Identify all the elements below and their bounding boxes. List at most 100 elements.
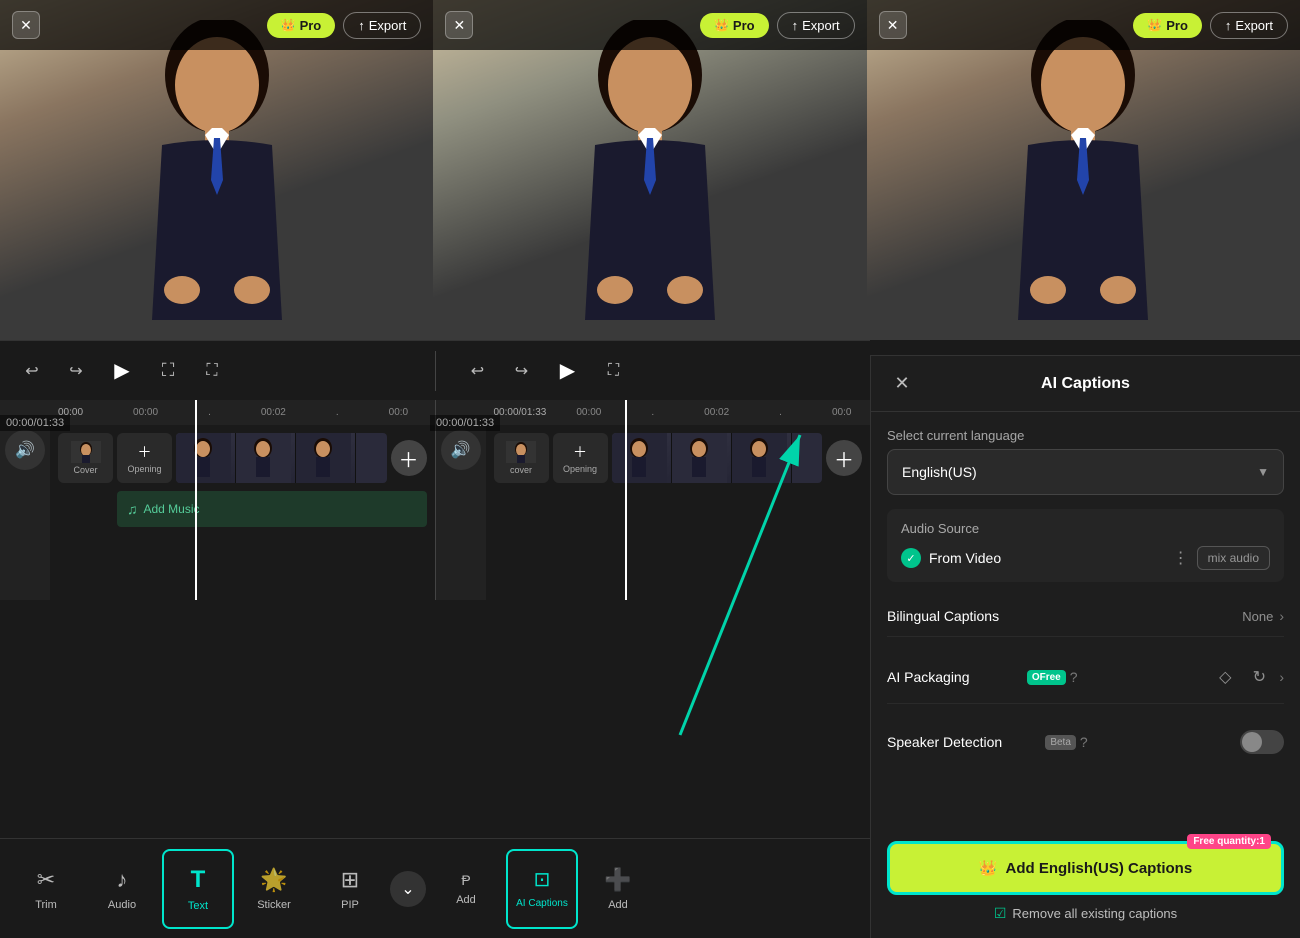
pro-button-3[interactable]: 👑 Pro — [1133, 13, 1202, 38]
remove-captions-label: Remove all existing captions — [1012, 906, 1177, 921]
bottom-toolbar: ✂ Trim ♪ Audio T Text 🌟 Sticker ⊞ PIP ⌄ … — [0, 838, 870, 938]
speaker-detection-toggle[interactable] — [1240, 730, 1284, 754]
pro-button-2[interactable]: 👑 Pro — [700, 13, 769, 38]
audio-icon-btn-1[interactable]: 🔊 — [5, 430, 45, 470]
mix-audio-button[interactable]: mix audio — [1197, 546, 1270, 570]
pip-label: PIP — [341, 899, 359, 911]
text-label: Text — [188, 900, 208, 912]
strip-r-seg-2 — [672, 433, 732, 483]
fullscreen-button-2[interactable]: ⛶ — [598, 355, 630, 387]
add-track-btn-1[interactable]: ＋ — [391, 440, 427, 476]
ai-packaging-chevron-icon: › — [1279, 669, 1284, 685]
timeline-left-section: 00:00 00:00 . 00:02 . 00:0 Cover — [50, 400, 435, 600]
track-container-1: Cover ＋ Opening — [50, 425, 435, 537]
trim-label: Trim — [35, 899, 57, 911]
ruler-1: 00:00 00:00 . 00:02 . 00:0 — [50, 400, 435, 425]
video-bg-3 — [867, 0, 1300, 340]
ai-panel-close-button[interactable]: ✕ — [887, 369, 917, 399]
close-panel-2-button[interactable]: ✕ — [445, 11, 473, 39]
from-video-label: From Video — [929, 550, 1165, 566]
audio-source-options-icon[interactable]: ⋮ — [1173, 548, 1189, 568]
time-stamp-1: 00:00 — [133, 407, 158, 418]
cover-thumb-1[interactable]: Cover — [58, 433, 113, 483]
export-button-3[interactable]: ↑ Export — [1210, 12, 1288, 39]
undo-button-2[interactable]: ↩ — [462, 355, 494, 387]
export-label-3: Export — [1235, 18, 1273, 33]
time-r-0: 00:00/01:33 — [494, 407, 547, 418]
track-row-music-1: ♫ Add Music — [58, 489, 427, 529]
ai-panel-title: AI Captions — [925, 375, 1246, 393]
ai-packaging-diamond-icon[interactable]: ◇ — [1211, 663, 1239, 691]
video-panel-1: ✕ 👑 Pro ↑ Export — [0, 0, 433, 340]
panel-1-toolbar: ✕ 👑 Pro ↑ Export — [0, 0, 433, 50]
play-button-2[interactable]: ▶ — [550, 353, 586, 389]
plus-icon-1: ＋ — [138, 442, 152, 462]
tool-add-1[interactable]: Ᵽ Add — [430, 849, 502, 929]
close-panel-1-button[interactable]: ✕ — [12, 11, 40, 39]
add-track-btn-2[interactable]: ＋ — [826, 440, 862, 476]
timestamp-display-1: 00:00/01:33 — [0, 415, 70, 431]
tool-audio[interactable]: ♪ Audio — [86, 849, 158, 929]
music-track-1[interactable]: ♫ Add Music — [117, 491, 427, 527]
ai-captions-label: AI Captions — [516, 898, 568, 910]
add-captions-label: Add English(US) Captions — [1006, 860, 1193, 877]
redo-button-1[interactable]: ↪ — [60, 355, 92, 387]
timestamp-text-2: 00:00/01:33 — [436, 417, 494, 429]
bilingual-captions-row[interactable]: Bilingual Captions None › — [887, 596, 1284, 637]
music-note-icon: ♫ — [127, 501, 138, 517]
add-music-label: Add Music — [144, 502, 200, 516]
fullscreen-button-1[interactable]: ⛶ — [196, 355, 228, 387]
pro-button-1[interactable]: 👑 Pro — [267, 13, 336, 38]
ai-packaging-row[interactable]: AI Packaging OFree ? ◇ ↻ › — [887, 651, 1284, 704]
controls-row: ↩ ↪ ▶ ⛶ ⛶ ↩ ↪ ▶ ⛶ — [0, 340, 870, 400]
tool-trim[interactable]: ✂ Trim — [10, 849, 82, 929]
tool-pip[interactable]: ⊞ PIP — [314, 849, 386, 929]
remove-captions-row[interactable]: ☑ Remove all existing captions — [887, 905, 1284, 922]
crop-button-1[interactable]: ⛶ — [152, 355, 184, 387]
pro-label-2: Pro — [733, 18, 755, 33]
track-container-2: cover ＋ Opening ＋ — [486, 425, 871, 491]
opening-thumb-2[interactable]: ＋ Opening — [553, 433, 608, 483]
video-strip-1 — [176, 433, 387, 483]
cover-thumb-2[interactable]: cover — [494, 433, 549, 483]
language-dropdown[interactable]: English(US) ▼ — [887, 449, 1284, 495]
strip-r-seg-3 — [732, 433, 792, 483]
add-1-label: Add — [456, 894, 476, 906]
crown-icon-3: 👑 — [1147, 18, 1162, 32]
playhead-1 — [195, 400, 197, 600]
export-label-2: Export — [802, 18, 840, 33]
time-r-2: . — [651, 407, 654, 418]
ai-packaging-refresh-icon[interactable]: ↻ — [1245, 663, 1273, 691]
trim-icon: ✂ — [37, 867, 55, 893]
export-icon-3: ↑ — [1225, 18, 1232, 33]
tool-add-2[interactable]: ➕ Add — [582, 849, 654, 929]
tool-sticker[interactable]: 🌟 Sticker — [238, 849, 310, 929]
audio-icon: ♪ — [117, 867, 128, 893]
audio-icon-btn-2[interactable]: 🔊 — [441, 430, 481, 470]
strip-seg-3 — [296, 433, 356, 483]
speaker-detection-help-icon[interactable]: ? — [1080, 734, 1088, 750]
audio-source-row: ✓ From Video ⋮ mix audio — [901, 546, 1270, 570]
speaker-detection-beta-badge: Beta — [1045, 735, 1076, 750]
opening-thumb-1[interactable]: ＋ Opening — [117, 433, 172, 483]
ai-panel-footer: Free quantity:1 👑 Add English(US) Captio… — [871, 829, 1300, 938]
add-captions-button[interactable]: Free quantity:1 👑 Add English(US) Captio… — [887, 841, 1284, 895]
close-panel-3-button[interactable]: ✕ — [879, 11, 907, 39]
export-button-1[interactable]: ↑ Export — [343, 12, 421, 39]
track-row-video-2: cover ＋ Opening ＋ — [494, 433, 863, 483]
tool-ai-captions[interactable]: ⊡ AI Captions — [506, 849, 578, 929]
export-label-1: Export — [369, 18, 407, 33]
export-button-2[interactable]: ↑ Export — [777, 12, 855, 39]
undo-button-1[interactable]: ↩ — [16, 355, 48, 387]
track-row-video-1: Cover ＋ Opening — [58, 433, 427, 483]
audio-label: Audio — [108, 899, 136, 911]
strip-seg-2 — [236, 433, 296, 483]
audio-source-section: Audio Source ✓ From Video ⋮ mix audio — [887, 509, 1284, 582]
tool-text[interactable]: T Text — [162, 849, 234, 929]
ai-packaging-help-icon[interactable]: ? — [1070, 669, 1078, 685]
audio-source-header: Audio Source — [901, 521, 1270, 536]
cover-label-1: Cover — [73, 465, 97, 475]
play-button-1[interactable]: ▶ — [104, 353, 140, 389]
more-tools-button[interactable]: ⌄ — [390, 871, 426, 907]
redo-button-2[interactable]: ↪ — [506, 355, 538, 387]
